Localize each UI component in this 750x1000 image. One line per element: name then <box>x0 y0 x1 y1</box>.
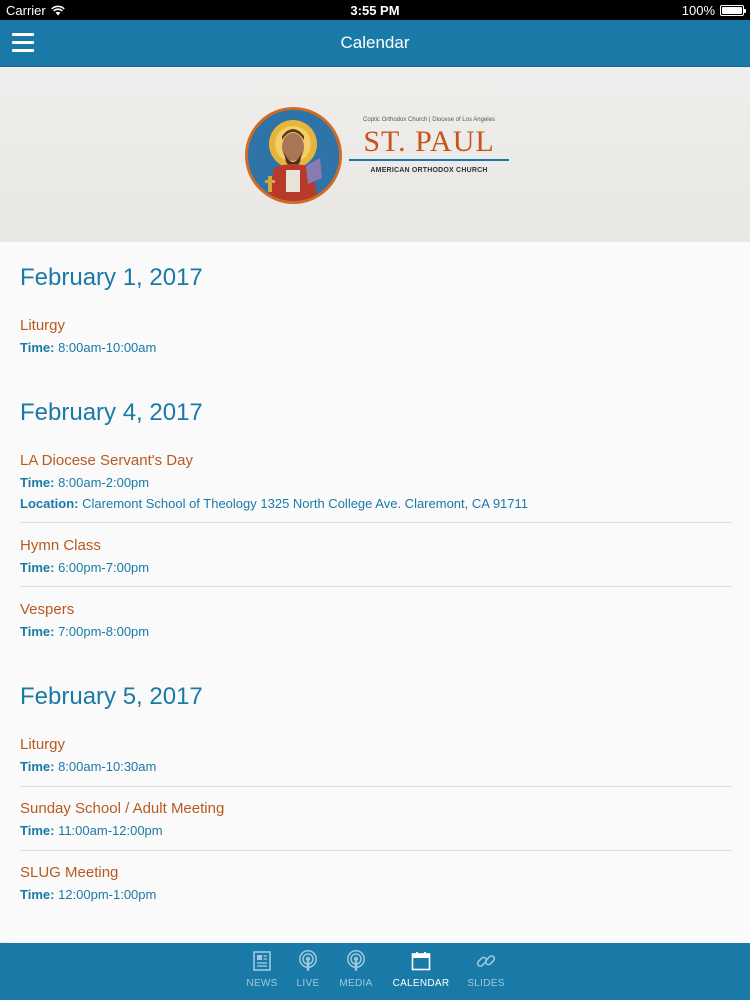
saint-icon-logo <box>245 107 342 204</box>
event-divider <box>20 850 732 851</box>
event-item[interactable]: Liturgy Time: 8:00am-10:00am <box>20 317 732 355</box>
event-item[interactable]: Liturgy Time: 8:00am-10:30am <box>20 736 732 774</box>
church-name: ST. PAUL <box>363 125 495 158</box>
event-time: Time: 8:00am-2:00pm <box>20 475 150 490</box>
battery-info: 100% <box>681 3 746 18</box>
tab-media[interactable]: MEDIA <box>336 949 376 989</box>
day-date: February 5, 2017 <box>20 683 203 710</box>
calendar-list: February 1, 2017 Liturgy Time: 8:00am-10… <box>0 242 750 942</box>
event-title: Liturgy <box>20 736 66 753</box>
church-name-logo: Coptic Orthodox Church | Diocese of Los … <box>349 117 509 174</box>
news-icon <box>243 949 281 973</box>
event-item[interactable]: SLUG Meeting Time: 12:00pm-1:00pm <box>20 864 732 902</box>
event-time: Time: 8:00am-10:30am <box>20 759 157 774</box>
event-title: Sunday School / Adult Meeting <box>20 800 225 817</box>
calendar-icon <box>390 949 452 973</box>
event-location: Location: Claremont School of Theology 1… <box>20 496 529 511</box>
page-title: Calendar <box>340 33 410 52</box>
event-item[interactable]: Vespers Time: 7:00pm-8:00pm <box>20 601 732 639</box>
tab-live[interactable]: LIVE <box>292 949 324 989</box>
tab-calendar[interactable]: CALENDAR <box>390 949 452 989</box>
status-time: 3:55 PM <box>350 3 400 18</box>
day-date: February 1, 2017 <box>20 264 203 291</box>
event-item[interactable]: Hymn Class Time: 6:00pm-7:00pm <box>20 537 732 575</box>
event-item[interactable]: Sunday School / Adult Meeting Time: 11:0… <box>20 800 732 838</box>
event-divider <box>20 522 732 523</box>
event-title: Vespers <box>20 601 75 618</box>
bottom-tab-bar: NEWS LIVE MEDIA CALENDAR SLIDES <box>0 943 750 1000</box>
event-title: Liturgy <box>20 317 66 334</box>
podcast-icon <box>336 949 376 973</box>
event-item[interactable]: LA Diocese Servant's Day Time: 8:00am-2:… <box>20 452 732 511</box>
church-banner: Coptic Orthodox Church | Diocese of Los … <box>0 67 750 242</box>
battery-percent: 100% <box>681 3 715 18</box>
event-divider <box>20 586 732 587</box>
event-time: Time: 8:00am-10:00am <box>20 340 157 355</box>
navigation-bar: Calendar <box>0 20 750 67</box>
event-time: Time: 7:00pm-8:00pm <box>20 624 150 639</box>
link-icon <box>465 949 507 973</box>
event-time: Time: 6:00pm-7:00pm <box>20 560 150 575</box>
day-date: February 4, 2017 <box>20 399 203 426</box>
podcast-icon <box>292 949 324 973</box>
day-section: February 5, 2017 Liturgy Time: 8:00am-10… <box>20 683 732 902</box>
event-title: SLUG Meeting <box>20 864 119 881</box>
day-section: February 1, 2017 Liturgy Time: 8:00am-10… <box>20 264 732 355</box>
event-time: Time: 12:00pm-1:00pm <box>20 887 157 902</box>
diocese-line: Coptic Orthodox Church | Diocese of Los … <box>363 117 495 123</box>
event-title: LA Diocese Servant's Day <box>20 452 193 469</box>
church-subtitle: AMERICAN ORTHODOX CHURCH <box>370 167 488 174</box>
event-divider <box>20 786 732 787</box>
tab-slides[interactable]: SLIDES <box>465 949 507 989</box>
day-section: February 4, 2017 LA Diocese Servant's Da… <box>20 399 732 639</box>
event-title: Hymn Class <box>20 537 101 554</box>
status-bar: Carrier 3:55 PM 100% <box>0 0 750 20</box>
event-time: Time: 11:00am-12:00pm <box>20 823 163 838</box>
battery-icon <box>720 5 746 16</box>
tab-news[interactable]: NEWS <box>243 949 281 989</box>
